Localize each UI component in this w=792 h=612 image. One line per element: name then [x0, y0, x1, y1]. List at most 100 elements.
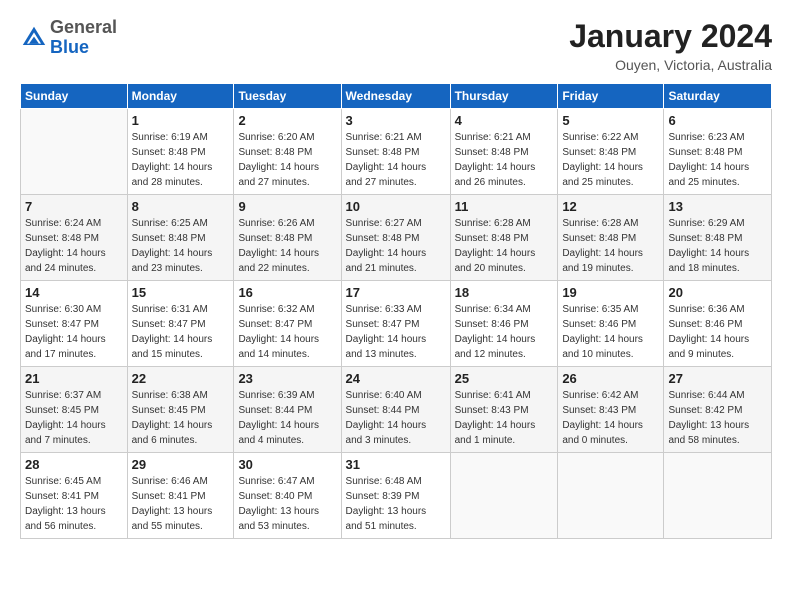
calendar-cell: 3 Sunrise: 6:21 AM Sunset: 8:48 PM Daylig…	[341, 109, 450, 195]
calendar-cell: 22Sunrise: 6:38 AM Sunset: 8:45 PM Dayli…	[127, 367, 234, 453]
day-info: Sunrise: 6:41 AM Sunset: 8:43 PM Dayligh…	[455, 388, 554, 448]
day-number: 20	[668, 285, 767, 300]
calendar-cell: 28Sunrise: 6:45 AM Sunset: 8:41 PM Dayli…	[21, 453, 128, 539]
calendar-cell: 24 Sunrise: 6:40 AM Sunset: 8:44 PM Dayli…	[341, 367, 450, 453]
calendar-cell: 9 Sunrise: 6:26 AM Sunset: 8:48 PM Daylig…	[234, 195, 341, 281]
calendar-cell: 10 Sunrise: 6:27 AM Sunset: 8:48 PM Dayli…	[341, 195, 450, 281]
calendar-cell: 21 Sunrise: 6:37 AM Sunset: 8:45 PM Dayli…	[21, 367, 128, 453]
title-block: January 2024 Ouyen, Victoria, Australia	[569, 18, 772, 73]
calendar-container: General Blue January 2024 Ouyen, Victori…	[0, 0, 792, 549]
day-number: 30	[238, 457, 336, 472]
day-info: Sunrise: 6:28 AM Sunset: 8:48 PM Dayligh…	[562, 216, 659, 276]
day-info: Sunrise: 6:20 AM Sunset: 8:48 PM Dayligh…	[238, 130, 336, 190]
day-info: Sunrise: 6:21 AM Sunset: 8:48 PM Dayligh…	[346, 130, 446, 190]
calendar-cell: 26Sunrise: 6:42 AM Sunset: 8:43 PM Dayli…	[558, 367, 664, 453]
day-number: 9	[238, 199, 336, 214]
day-number: 4	[455, 113, 554, 128]
day-info: Sunrise: 6:45 AM Sunset: 8:41 PM Dayligh…	[25, 474, 123, 534]
calendar-cell: 19Sunrise: 6:35 AM Sunset: 8:46 PM Dayli…	[558, 281, 664, 367]
day-info: Sunrise: 6:21 AM Sunset: 8:48 PM Dayligh…	[455, 130, 554, 190]
header-day: Tuesday	[234, 84, 341, 109]
day-info: Sunrise: 6:36 AM Sunset: 8:46 PM Dayligh…	[668, 302, 767, 362]
logo-icon	[20, 24, 48, 52]
day-number: 23	[238, 371, 336, 386]
day-number: 13	[668, 199, 767, 214]
calendar-cell: 17Sunrise: 6:33 AM Sunset: 8:47 PM Dayli…	[341, 281, 450, 367]
month-title: January 2024	[569, 18, 772, 55]
day-number: 27	[668, 371, 767, 386]
day-info: Sunrise: 6:44 AM Sunset: 8:42 PM Dayligh…	[668, 388, 767, 448]
day-info: Sunrise: 6:48 AM Sunset: 8:39 PM Dayligh…	[346, 474, 446, 534]
logo-blue: Blue	[50, 37, 89, 57]
day-info: Sunrise: 6:19 AM Sunset: 8:48 PM Dayligh…	[132, 130, 230, 190]
calendar-table: SundayMondayTuesdayWednesdayThursdayFrid…	[20, 83, 772, 539]
calendar-week-row: 14 Sunrise: 6:30 AM Sunset: 8:47 PM Dayli…	[21, 281, 772, 367]
calendar-cell: 23 Sunrise: 6:39 AM Sunset: 8:44 PM Dayli…	[234, 367, 341, 453]
header-day: Monday	[127, 84, 234, 109]
day-info: Sunrise: 6:42 AM Sunset: 8:43 PM Dayligh…	[562, 388, 659, 448]
day-info: Sunrise: 6:26 AM Sunset: 8:48 PM Dayligh…	[238, 216, 336, 276]
day-info: Sunrise: 6:39 AM Sunset: 8:44 PM Dayligh…	[238, 388, 336, 448]
day-info: Sunrise: 6:25 AM Sunset: 8:48 PM Dayligh…	[132, 216, 230, 276]
calendar-week-row: 28Sunrise: 6:45 AM Sunset: 8:41 PM Dayli…	[21, 453, 772, 539]
day-number: 24	[346, 371, 446, 386]
day-info: Sunrise: 6:37 AM Sunset: 8:45 PM Dayligh…	[25, 388, 123, 448]
day-info: Sunrise: 6:47 AM Sunset: 8:40 PM Dayligh…	[238, 474, 336, 534]
day-info: Sunrise: 6:27 AM Sunset: 8:48 PM Dayligh…	[346, 216, 446, 276]
header-day: Sunday	[21, 84, 128, 109]
calendar-cell: 4 Sunrise: 6:21 AM Sunset: 8:48 PM Daylig…	[450, 109, 558, 195]
header-day: Thursday	[450, 84, 558, 109]
day-number: 15	[132, 285, 230, 300]
day-info: Sunrise: 6:40 AM Sunset: 8:44 PM Dayligh…	[346, 388, 446, 448]
day-number: 11	[455, 199, 554, 214]
calendar-cell: 30 Sunrise: 6:47 AM Sunset: 8:40 PM Dayli…	[234, 453, 341, 539]
calendar-cell: 7Sunrise: 6:24 AM Sunset: 8:48 PM Daylig…	[21, 195, 128, 281]
location-subtitle: Ouyen, Victoria, Australia	[569, 57, 772, 73]
header-day: Saturday	[664, 84, 772, 109]
day-info: Sunrise: 6:31 AM Sunset: 8:47 PM Dayligh…	[132, 302, 230, 362]
day-info: Sunrise: 6:22 AM Sunset: 8:48 PM Dayligh…	[562, 130, 659, 190]
day-number: 16	[238, 285, 336, 300]
logo-text: General Blue	[50, 18, 117, 58]
day-number: 14	[25, 285, 123, 300]
day-number: 18	[455, 285, 554, 300]
calendar-cell	[558, 453, 664, 539]
calendar-cell: 25 Sunrise: 6:41 AM Sunset: 8:43 PM Dayli…	[450, 367, 558, 453]
day-number: 29	[132, 457, 230, 472]
calendar-cell: 31 Sunrise: 6:48 AM Sunset: 8:39 PM Dayli…	[341, 453, 450, 539]
logo: General Blue	[20, 18, 117, 58]
day-number: 12	[562, 199, 659, 214]
day-info: Sunrise: 6:38 AM Sunset: 8:45 PM Dayligh…	[132, 388, 230, 448]
calendar-cell: 6Sunrise: 6:23 AM Sunset: 8:48 PM Daylig…	[664, 109, 772, 195]
day-info: Sunrise: 6:35 AM Sunset: 8:46 PM Dayligh…	[562, 302, 659, 362]
logo-general: General	[50, 17, 117, 37]
day-number: 3	[346, 113, 446, 128]
day-number: 10	[346, 199, 446, 214]
day-info: Sunrise: 6:24 AM Sunset: 8:48 PM Dayligh…	[25, 216, 123, 276]
calendar-cell: 20 Sunrise: 6:36 AM Sunset: 8:46 PM Dayli…	[664, 281, 772, 367]
day-number: 1	[132, 113, 230, 128]
header: General Blue January 2024 Ouyen, Victori…	[20, 18, 772, 73]
calendar-cell: 15 Sunrise: 6:31 AM Sunset: 8:47 PM Dayli…	[127, 281, 234, 367]
header-day: Friday	[558, 84, 664, 109]
calendar-cell	[21, 109, 128, 195]
day-number: 21	[25, 371, 123, 386]
calendar-cell: 2Sunrise: 6:20 AM Sunset: 8:48 PM Daylig…	[234, 109, 341, 195]
calendar-cell: 12 Sunrise: 6:28 AM Sunset: 8:48 PM Dayli…	[558, 195, 664, 281]
calendar-cell: 29Sunrise: 6:46 AM Sunset: 8:41 PM Dayli…	[127, 453, 234, 539]
calendar-cell	[450, 453, 558, 539]
day-info: Sunrise: 6:33 AM Sunset: 8:47 PM Dayligh…	[346, 302, 446, 362]
day-number: 6	[668, 113, 767, 128]
calendar-cell	[664, 453, 772, 539]
calendar-cell: 5Sunrise: 6:22 AM Sunset: 8:48 PM Daylig…	[558, 109, 664, 195]
header-day: Wednesday	[341, 84, 450, 109]
calendar-week-row: 21 Sunrise: 6:37 AM Sunset: 8:45 PM Dayli…	[21, 367, 772, 453]
calendar-cell: 14 Sunrise: 6:30 AM Sunset: 8:47 PM Dayli…	[21, 281, 128, 367]
day-info: Sunrise: 6:34 AM Sunset: 8:46 PM Dayligh…	[455, 302, 554, 362]
day-info: Sunrise: 6:32 AM Sunset: 8:47 PM Dayligh…	[238, 302, 336, 362]
calendar-week-row: 1 Sunrise: 6:19 AM Sunset: 8:48 PM Daylig…	[21, 109, 772, 195]
day-info: Sunrise: 6:30 AM Sunset: 8:47 PM Dayligh…	[25, 302, 123, 362]
day-number: 8	[132, 199, 230, 214]
day-number: 31	[346, 457, 446, 472]
day-number: 25	[455, 371, 554, 386]
